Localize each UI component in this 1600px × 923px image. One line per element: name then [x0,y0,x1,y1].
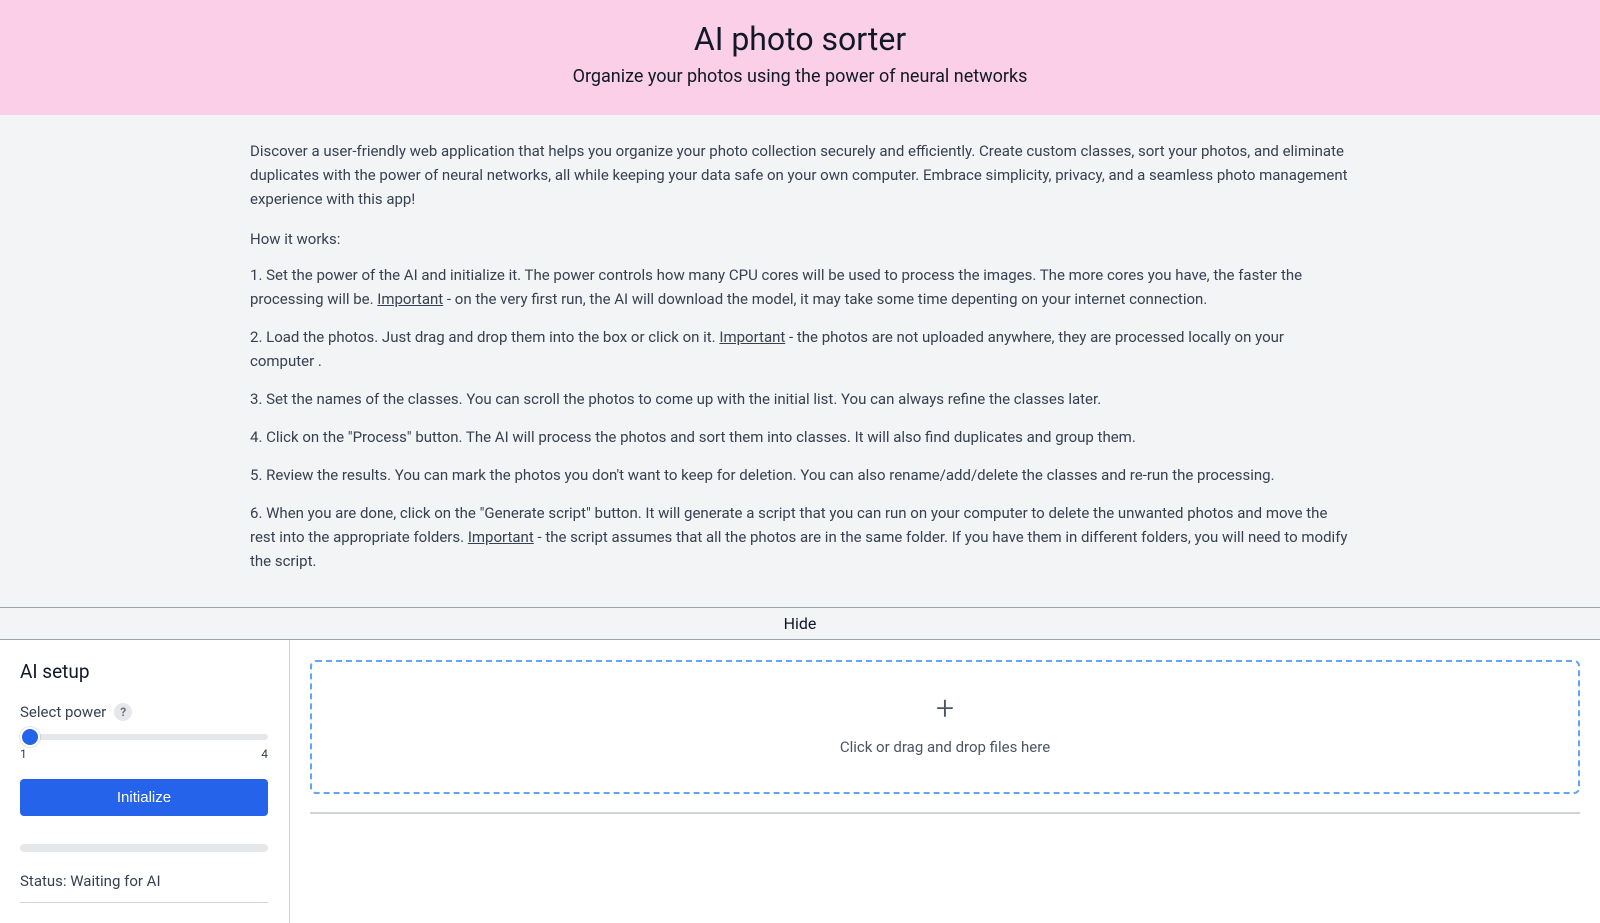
hide-toggle[interactable]: Hide [0,607,1600,640]
intro-section: Discover a user-friendly web application… [240,115,1360,607]
important-word: Important [468,528,534,546]
app-header: AI photo sorter Organize your photos usi… [0,0,1600,115]
initialize-button[interactable]: Initialize [20,779,268,816]
app-subtitle: Organize your photos using the power of … [0,66,1600,87]
important-word: Important [719,328,785,346]
steps-list: Set the power of the AI and initialize i… [250,263,1350,573]
intro-description: Discover a user-friendly web application… [250,139,1350,211]
how-it-works-label: How it works: [250,227,1350,251]
file-dropzone[interactable]: + Click or drag and drop files here [310,660,1580,794]
content-area: + Click or drag and drop files here [290,640,1600,923]
step-item: Set the names of the classes. You can sc… [250,387,1350,411]
dropzone-text: Click or drag and drop files here [312,738,1578,756]
important-word: Important [377,290,443,308]
slider-thumb[interactable] [20,727,40,747]
step-item: Set the power of the AI and initialize i… [250,263,1350,311]
power-slider[interactable] [20,727,268,733]
slider-min: 1 [20,747,27,761]
step-item: Click on the "Process" button. The AI wi… [250,425,1350,449]
app-title: AI photo sorter [0,20,1600,58]
step-item: Review the results. You can mark the pho… [250,463,1350,487]
power-label: Select power [20,703,106,721]
step-item: Load the photos. Just drag and drop them… [250,325,1350,373]
sidebar-title: AI setup [20,660,269,683]
main-area: AI setup Select power ? 1 4 Initialize S… [0,640,1600,923]
slider-track [20,734,268,740]
slider-labels: 1 4 [20,747,268,761]
power-row: Select power ? [20,703,269,721]
help-icon[interactable]: ? [114,703,132,721]
status-text: Status: Waiting for AI [20,872,268,903]
step-item: When you are done, click on the "Generat… [250,501,1350,573]
plus-icon: + [312,692,1578,724]
ai-setup-sidebar: AI setup Select power ? 1 4 Initialize S… [0,640,290,923]
progress-bar [20,844,268,852]
slider-max: 4 [261,747,268,761]
content-divider [310,812,1580,814]
